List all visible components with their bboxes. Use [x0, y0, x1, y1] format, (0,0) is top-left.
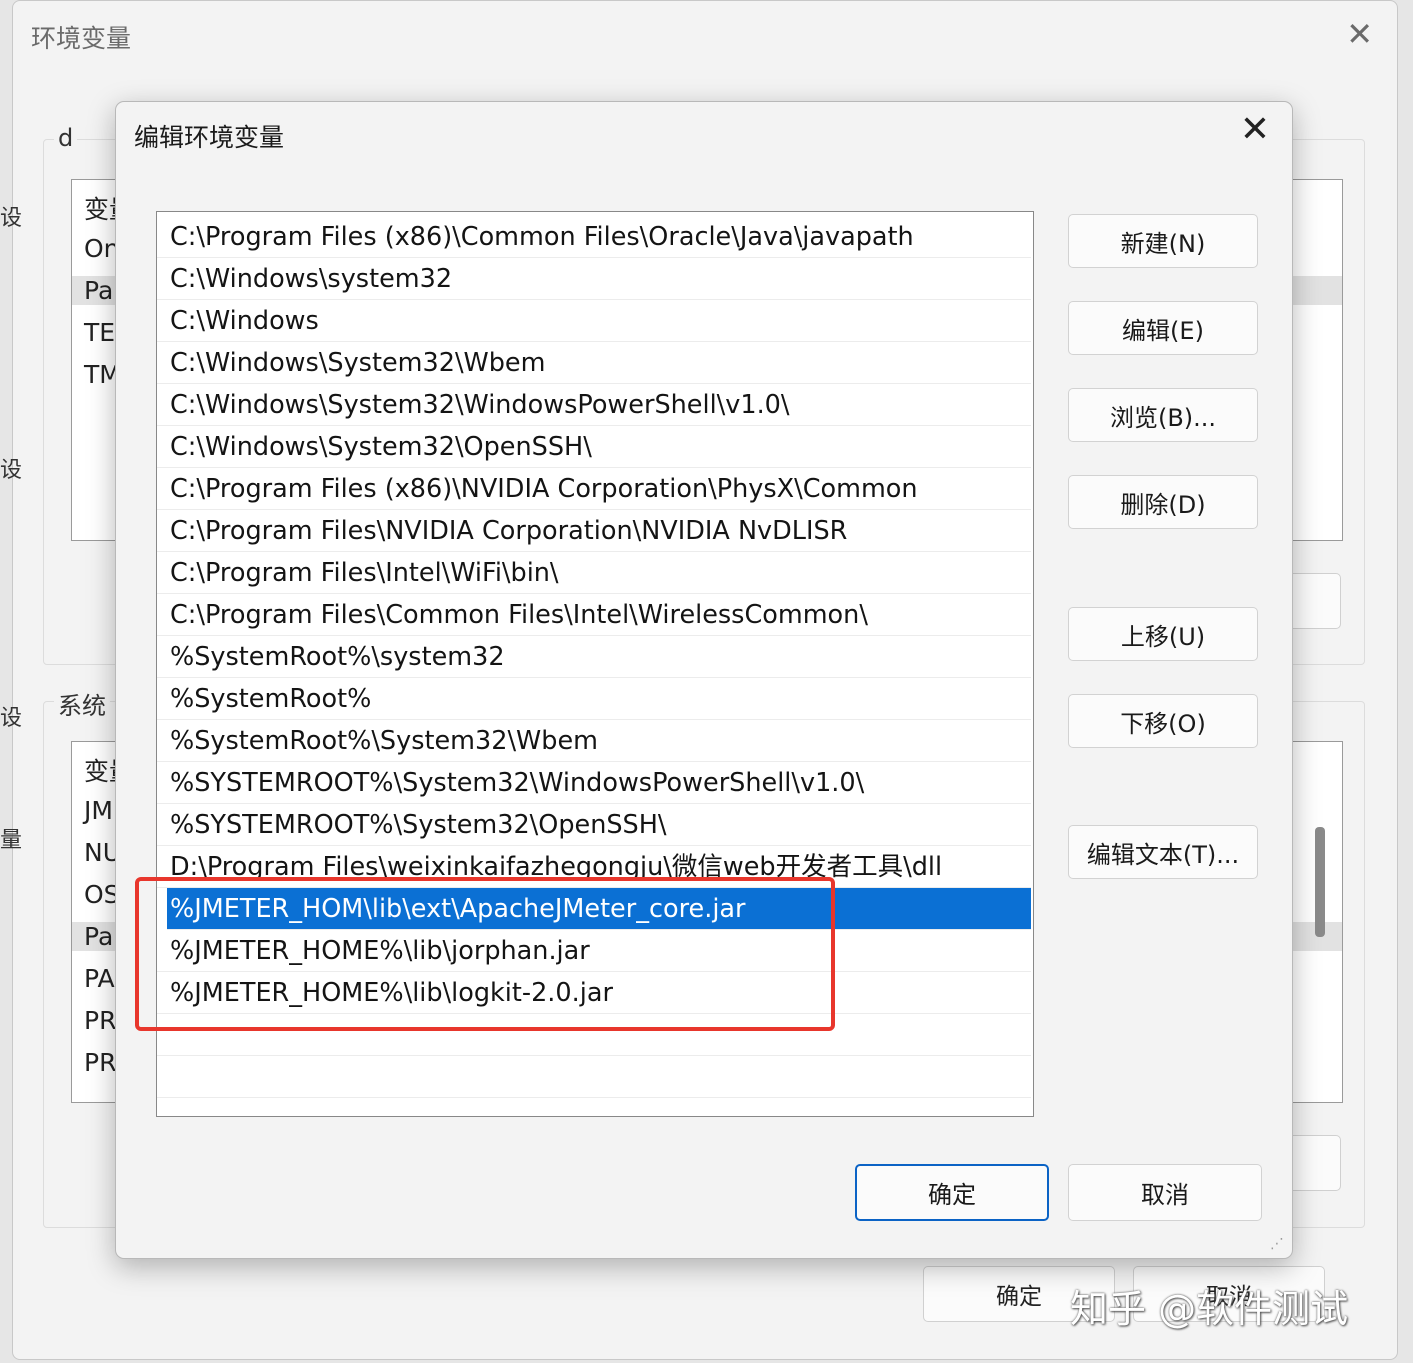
path-list-item[interactable]: %SystemRoot%\System32\Wbem — [157, 720, 1031, 762]
path-list-item[interactable]: C:\Program Files\Intel\WiFi\bin\ — [157, 552, 1031, 594]
edge-glyph: 设 — [0, 706, 23, 731]
path-list-item[interactable]: C:\Program Files (x86)\Common Files\Orac… — [157, 216, 1031, 258]
cancel-button[interactable]: 取消 — [1068, 1164, 1262, 1221]
path-list-item[interactable]: %SystemRoot% — [157, 678, 1031, 720]
delete-button[interactable]: 删除(D) — [1068, 475, 1258, 529]
list-item[interactable]: JM — [84, 796, 113, 825]
user-variables-label: d — [54, 124, 78, 152]
path-list-item[interactable]: C:\Windows\System32\WindowsPowerShell\v1… — [157, 384, 1031, 426]
path-list-item[interactable]: C:\Windows — [157, 300, 1031, 342]
system-variables-label: 系统 — [54, 686, 110, 721]
empty-list-row[interactable] — [157, 1056, 1031, 1098]
path-list-item[interactable]: %SystemRoot%\system32 — [157, 636, 1031, 678]
path-list-item[interactable]: C:\Windows\System32\OpenSSH\ — [157, 426, 1031, 468]
annotation-highlight-box — [135, 877, 835, 1031]
new-button[interactable]: 新建(N) — [1068, 214, 1258, 268]
path-list-item[interactable]: C:\Program Files\NVIDIA Corporation\NVID… — [157, 510, 1031, 552]
browse-button[interactable]: 浏览(B)... — [1068, 388, 1258, 442]
list-item[interactable]: TE — [84, 318, 115, 347]
edit-button[interactable]: 编辑(E) — [1068, 301, 1258, 355]
path-list-item[interactable]: C:\Program Files (x86)\NVIDIA Corporatio… — [157, 468, 1031, 510]
path-list-item[interactable]: C:\Windows\System32\Wbem — [157, 342, 1031, 384]
edge-glyph: 设 — [0, 206, 23, 231]
ok-button[interactable]: 确定 — [855, 1164, 1049, 1221]
scrollbar-thumb[interactable] — [1315, 827, 1325, 937]
path-list-item[interactable]: C:\Program Files\Common Files\Intel\Wire… — [157, 594, 1031, 636]
list-item[interactable]: PR — [84, 1006, 116, 1035]
close-icon[interactable]: ✕ — [1346, 15, 1373, 53]
watermark: 知乎 @软件测试 — [1070, 1287, 1349, 1331]
edge-glyph: 设 — [0, 458, 23, 483]
list-item[interactable]: PA — [84, 964, 115, 993]
list-item[interactable]: PR — [84, 1048, 116, 1077]
dialog-title: 编辑环境变量 — [134, 123, 285, 152]
resize-grip-icon[interactable]: ⋰ — [1270, 1236, 1284, 1252]
edge-glyph: 量 — [0, 828, 23, 853]
edit-text-button[interactable]: 编辑文本(T)... — [1068, 825, 1258, 879]
edit-environment-variable-dialog: 编辑环境变量 ✕ C:\Program Files (x86)\Common F… — [115, 101, 1293, 1259]
path-list-item[interactable]: %SYSTEMROOT%\System32\WindowsPowerShell\… — [157, 762, 1031, 804]
move-up-button[interactable]: 上移(U) — [1068, 607, 1258, 661]
move-down-button[interactable]: 下移(O) — [1068, 694, 1258, 748]
path-list-item[interactable]: C:\Windows\system32 — [157, 258, 1031, 300]
path-list-item[interactable]: %SYSTEMROOT%\System32\OpenSSH\ — [157, 804, 1031, 846]
close-icon[interactable]: ✕ — [1240, 112, 1270, 148]
window-title: 环境变量 — [31, 24, 132, 53]
